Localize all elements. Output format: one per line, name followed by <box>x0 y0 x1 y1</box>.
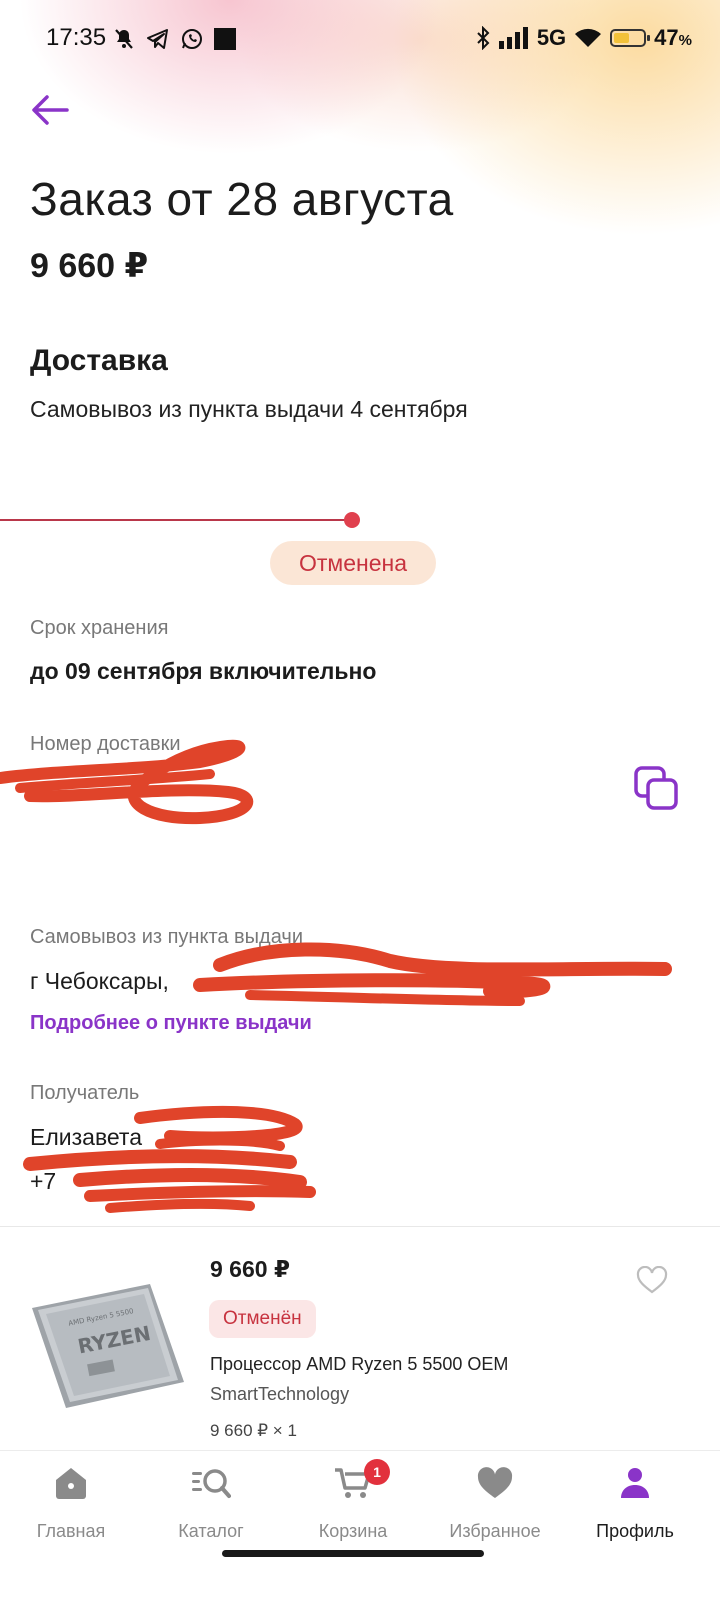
copy-icon <box>634 766 678 810</box>
product-name[interactable]: Процессор AMD Ryzen 5 5500 OEM <box>210 1354 508 1375</box>
square-icon <box>214 28 236 50</box>
status-time: 17:35 <box>46 24 107 51</box>
seller-name[interactable]: SmartTechnology <box>210 1384 349 1405</box>
recipient-phone: +7 <box>30 1168 57 1194</box>
battery-percent: 47% <box>654 25 692 50</box>
signal-icon <box>498 27 528 49</box>
back-button[interactable] <box>28 88 72 132</box>
catalog-search-icon <box>192 1469 231 1498</box>
item-quantity-line: 9 660 ₽ × 1 <box>210 1421 297 1440</box>
redaction-scribble <box>23 1105 316 1213</box>
delivery-description: Самовывоз из пункта выдачи 4 сентября <box>30 396 468 422</box>
recipient-name: Елизавета <box>30 1124 143 1150</box>
status-notification-icons <box>112 24 236 54</box>
section-divider <box>0 1226 720 1227</box>
arrow-left-icon <box>32 95 69 125</box>
wifi-icon <box>575 28 602 47</box>
pickup-address: г Чебоксары, <box>30 968 169 994</box>
heart-icon <box>477 1467 513 1498</box>
home-indicator[interactable] <box>222 1550 484 1557</box>
bottom-navigation: Главная Каталог 1 Корзина Избранное Проф… <box>0 1450 720 1601</box>
copy-button[interactable] <box>630 762 682 814</box>
bluetooth-icon <box>477 26 490 50</box>
recipient-label: Получатель <box>30 1082 140 1104</box>
storage-value: до 09 сентября включительно <box>30 658 377 684</box>
heart-outline-icon <box>636 1266 668 1294</box>
pickup-label: Самовывоз из пункта выдачи <box>30 926 303 948</box>
status-system-icons: 5G 47% <box>475 22 692 54</box>
cpu-image: RYZEN AMD Ryzen 5 5500 <box>32 1284 184 1408</box>
delivery-number-label: Номер доставки <box>30 733 181 755</box>
telegram-icon <box>147 29 168 49</box>
nav-favorites[interactable]: Избранное <box>430 1463 560 1543</box>
network-type: 5G <box>536 25 567 50</box>
nav-profile[interactable]: Профиль <box>570 1463 700 1543</box>
whatsapp-icon <box>182 29 202 49</box>
item-price: 9 660 ₽ <box>210 1256 290 1282</box>
profile-icon <box>621 1468 649 1498</box>
add-to-favorites-button[interactable] <box>632 1260 672 1300</box>
order-status-badge: Отменена <box>270 541 436 585</box>
order-total: 9 660 ₽ <box>30 247 149 285</box>
storage-label: Срок хранения <box>30 617 169 639</box>
home-icon <box>56 1468 86 1499</box>
nav-cart[interactable]: 1 Корзина <box>288 1459 418 1543</box>
mute-icon <box>115 29 133 49</box>
product-image[interactable]: RYZEN AMD Ryzen 5 5500 <box>28 1282 188 1412</box>
progress-track <box>0 519 352 521</box>
battery-icon <box>610 29 651 47</box>
pickup-details-link[interactable]: Подробнее о пункте выдачи <box>30 1012 312 1035</box>
item-status-badge: Отменён <box>209 1300 316 1338</box>
nav-home[interactable]: Главная <box>6 1463 136 1543</box>
cart-count-badge: 1 <box>364 1459 390 1485</box>
page-title: Заказ от 28 августа <box>30 173 454 225</box>
progress-marker <box>344 512 360 528</box>
delivery-heading: Доставка <box>30 344 168 377</box>
nav-catalog[interactable]: Каталог <box>146 1463 276 1543</box>
